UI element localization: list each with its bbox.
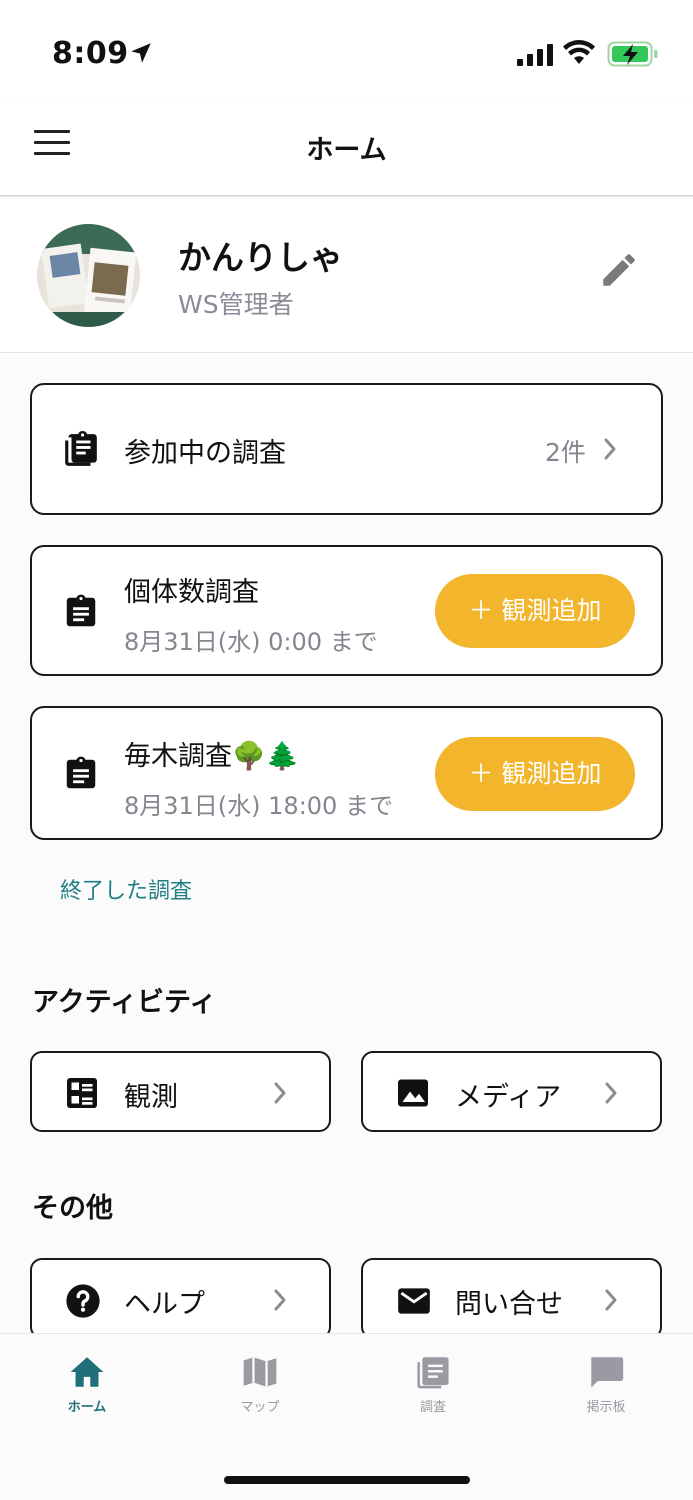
- nav-label: マップ: [240, 1400, 280, 1415]
- help-tile[interactable]: ヘルプ: [30, 1258, 331, 1339]
- user-name: かんりしゃ: [178, 238, 343, 277]
- home-indicator: [224, 1476, 470, 1484]
- nav-home[interactable]: ホーム: [27, 1354, 147, 1424]
- participating-surveys-card[interactable]: 参加中の調査 2件: [30, 383, 663, 515]
- nav-board[interactable]: 掲示板: [546, 1354, 666, 1424]
- nav-label: 掲示板: [586, 1400, 626, 1415]
- avatar[interactable]: [37, 224, 140, 327]
- battery-charging-icon: [607, 41, 658, 67]
- chevron-right-icon: [274, 1289, 286, 1311]
- survey-deadline: 8月31日(水) 0:00 まで: [124, 628, 378, 656]
- add-observation-button[interactable]: ＋ 観測追加: [435, 737, 635, 811]
- tile-label: ヘルプ: [124, 1289, 205, 1320]
- app-screen: 8:09 ホーム かんりしゃ WS管理者 参加中の調査 2件 個体数調査 8月3…: [0, 0, 693, 1500]
- profile-section: かんりしゃ WS管理者: [0, 197, 693, 353]
- finished-surveys-link[interactable]: 終了した調査: [60, 873, 192, 905]
- participating-count: 2件: [545, 438, 586, 467]
- survey-deadline: 8月31日(水) 18:00 まで: [124, 792, 393, 820]
- survey-card[interactable]: 毎木調査🌳🌲 8月31日(水) 18:00 まで ＋ 観測追加: [30, 706, 663, 840]
- survey-card[interactable]: 個体数調査 8月31日(水) 0:00 まで ＋ 観測追加: [30, 545, 663, 676]
- activity-heading: アクティビティ: [32, 987, 217, 1018]
- home-icon: [70, 1357, 104, 1387]
- help-circle-icon: [66, 1284, 100, 1318]
- survey-title: 個体数調査: [124, 577, 259, 608]
- dashboard-list-icon: [67, 1078, 97, 1108]
- status-bar: 8:09: [0, 0, 693, 100]
- media-tile[interactable]: メディア: [361, 1051, 662, 1132]
- clipboard-list-icon: [65, 431, 97, 466]
- wifi-icon: [563, 40, 595, 64]
- clipboard-icon: [66, 594, 96, 627]
- nav-map[interactable]: マップ: [200, 1354, 320, 1424]
- nav-label: ホーム: [67, 1400, 107, 1415]
- mail-icon: [398, 1288, 430, 1314]
- user-role: WS管理者: [178, 290, 294, 319]
- survey-title: 毎木調査🌳🌲: [124, 741, 300, 772]
- page-title: ホーム: [306, 135, 387, 166]
- other-heading: その他: [32, 1193, 113, 1224]
- chevron-right-icon: [604, 438, 616, 460]
- status-time: 8:09: [52, 36, 129, 71]
- observation-tile[interactable]: 観測: [30, 1051, 331, 1132]
- add-observation-button[interactable]: ＋ 観測追加: [435, 574, 635, 648]
- nav-surveys[interactable]: 調査: [373, 1354, 493, 1424]
- tile-label: 観測: [124, 1082, 178, 1113]
- location-arrow-icon: [131, 43, 151, 63]
- nav-label: 調査: [419, 1400, 446, 1415]
- chevron-right-icon: [605, 1289, 617, 1311]
- map-icon: [243, 1357, 277, 1387]
- chevron-right-icon: [274, 1082, 286, 1104]
- edit-pencil-icon[interactable]: [598, 249, 640, 291]
- chevron-right-icon: [605, 1082, 617, 1104]
- image-icon: [398, 1079, 428, 1107]
- participating-label: 参加中の調査: [124, 438, 286, 469]
- app-header: ホーム: [0, 100, 693, 196]
- avatar-image: [37, 224, 140, 327]
- tile-label: 問い合せ: [455, 1289, 563, 1320]
- cellular-signal-icon: [517, 44, 553, 66]
- contact-tile[interactable]: 問い合せ: [361, 1258, 662, 1339]
- bottom-navigation: ホーム マップ 調査 掲示板: [0, 1333, 693, 1500]
- tile-label: メディア: [455, 1082, 562, 1113]
- chat-icon: [591, 1357, 624, 1388]
- clipboard-list-icon: [417, 1357, 449, 1389]
- clipboard-icon: [66, 756, 96, 789]
